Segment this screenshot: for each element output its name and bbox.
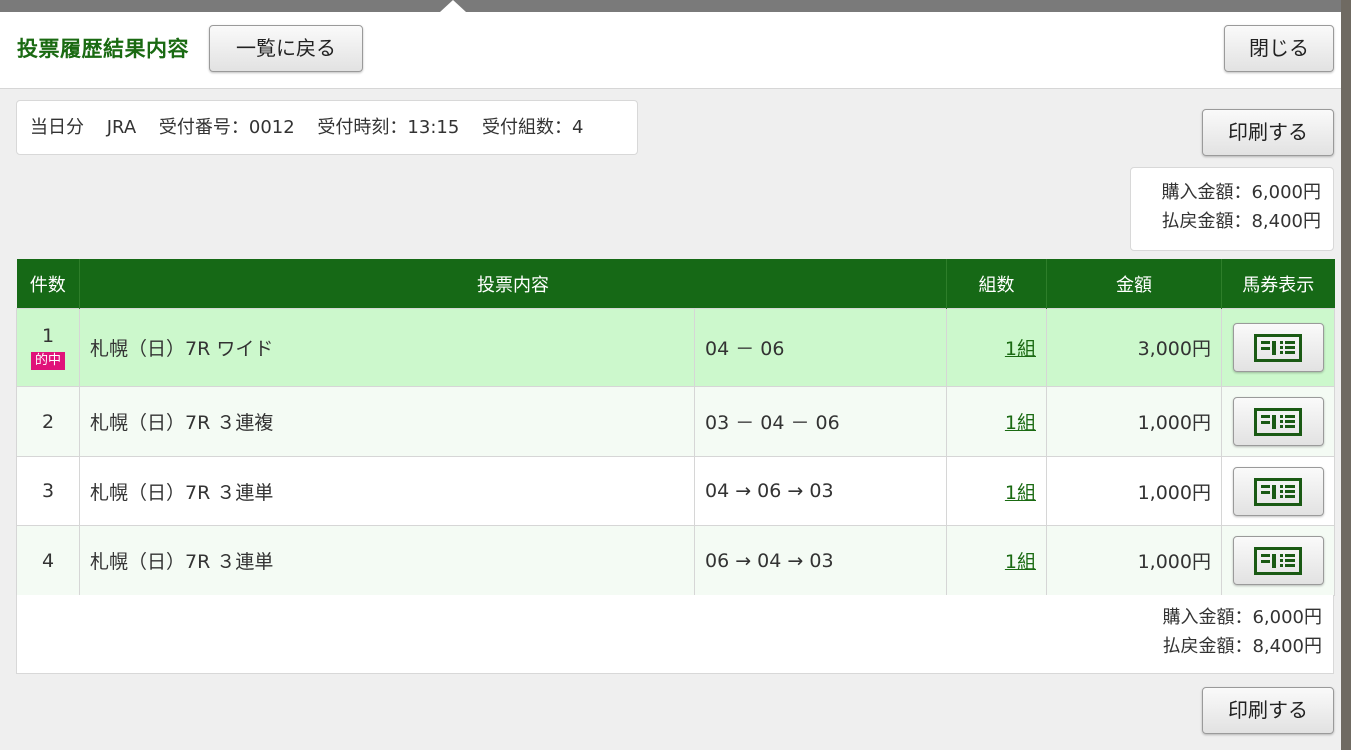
back-to-list-button[interactable]: 一覧に戻る xyxy=(209,25,363,72)
receipt-org: JRA xyxy=(106,117,137,138)
ticket-cell xyxy=(1221,308,1335,387)
combo-link[interactable]: 1組 xyxy=(1005,412,1036,434)
header-amount: 金額 xyxy=(1046,259,1222,309)
row-number: 1 xyxy=(41,325,55,347)
receipt-number: 受付番号：0012 xyxy=(158,117,295,138)
amount: 3,000円 xyxy=(1046,308,1222,387)
table-row: 1 的中 札幌（日）7R ワイド 04 － 06 1組 3,000円 xyxy=(16,308,1335,387)
combo-link[interactable]: 1組 xyxy=(1005,338,1036,360)
amount: 1,000円 xyxy=(1046,386,1222,457)
receipt-info: 当日分 JRA 受付番号：0012 受付時刻：13:15 受付組数：4 xyxy=(16,100,638,155)
row-number: 2 xyxy=(16,386,80,457)
row-number: 3 xyxy=(16,456,80,526)
combo-cell: 1組 xyxy=(946,308,1047,387)
print-button-top[interactable]: 印刷する xyxy=(1202,109,1334,156)
header-count: 件数 xyxy=(16,259,80,309)
hit-badge: 的中 xyxy=(30,352,65,370)
combo-cell: 1組 xyxy=(946,456,1047,526)
selection: 04 → 06 → 03 xyxy=(694,456,947,526)
row-number: 4 xyxy=(16,525,80,596)
table-row: 3 札幌（日）7R ３連単 04 → 06 → 03 1組 1,000円 xyxy=(16,456,1335,526)
ticket-cell xyxy=(1221,386,1335,457)
row-number-cell: 1 的中 xyxy=(16,308,80,387)
combo-cell: 1組 xyxy=(946,525,1047,596)
race-name: 札幌（日）7R ３連単 xyxy=(79,456,695,526)
ticket-icon xyxy=(1254,408,1302,436)
dialog-header: 投票履歴結果内容 一覧に戻る 閉じる xyxy=(0,12,1341,89)
background-page xyxy=(1341,0,1351,750)
selection: 04 － 06 xyxy=(694,308,947,387)
race-name: 札幌（日）7R ３連複 xyxy=(79,386,695,457)
bet-history-dialog: 投票履歴結果内容 一覧に戻る 閉じる 当日分 JRA 受付番号：0012 受付時… xyxy=(0,12,1341,750)
ticket-button[interactable] xyxy=(1232,323,1324,372)
combo-link[interactable]: 1組 xyxy=(1005,551,1036,573)
summary-top: 購入金額：6,000円 払戻金額：8,400円 xyxy=(1130,167,1334,251)
combo-link[interactable]: 1組 xyxy=(1005,482,1036,504)
ticket-cell xyxy=(1221,525,1335,596)
receipt-day: 当日分 xyxy=(30,117,84,138)
header-combos: 組数 xyxy=(946,259,1047,309)
header-ticket: 馬券表示 xyxy=(1221,259,1335,309)
race-name: 札幌（日）7R ３連単 xyxy=(79,525,695,596)
selection: 03 － 04 － 06 xyxy=(694,386,947,457)
table-header-row: 件数 投票内容 組数 金額 馬券表示 xyxy=(16,259,1335,309)
header-content: 投票内容 xyxy=(79,259,947,309)
selection: 06 → 04 → 03 xyxy=(694,525,947,596)
ticket-icon xyxy=(1254,477,1302,506)
receipt-time: 受付時刻：13:15 xyxy=(317,117,460,138)
print-button-bottom[interactable]: 印刷する xyxy=(1202,687,1334,734)
race-name: 札幌（日）7R ワイド xyxy=(79,308,695,387)
amount: 1,000円 xyxy=(1046,525,1222,596)
receipt-count: 受付組数：4 xyxy=(482,117,584,138)
summary-bottom: 購入金額：6,000円 払戻金額：8,400円 xyxy=(16,595,1334,674)
close-button[interactable]: 閉じる xyxy=(1224,25,1334,72)
bet-table: 件数 投票内容 組数 金額 馬券表示 1 的中 札幌（日）7R ワイド 04 －… xyxy=(16,259,1335,596)
amount: 1,000円 xyxy=(1046,456,1222,526)
ticket-cell xyxy=(1221,456,1335,526)
ticket-button[interactable] xyxy=(1232,536,1324,585)
ticket-icon xyxy=(1254,334,1302,362)
purchase-amount: 購入金額：6,000円 xyxy=(1161,182,1321,203)
dialog-title: 投票履歴結果内容 xyxy=(17,37,189,61)
ticket-button[interactable] xyxy=(1232,466,1324,516)
purchase-amount: 購入金額：6,000円 xyxy=(1162,607,1322,628)
ticket-icon xyxy=(1254,547,1302,575)
table-row: 4 札幌（日）7R ３連単 06 → 04 → 03 1組 1,000円 xyxy=(16,525,1335,596)
ticket-button[interactable] xyxy=(1232,397,1324,446)
payout-amount: 払戻金額：8,400円 xyxy=(1161,211,1321,232)
payout-amount: 払戻金額：8,400円 xyxy=(1162,636,1322,657)
dialog-pointer xyxy=(440,0,466,12)
combo-cell: 1組 xyxy=(946,386,1047,457)
table-row: 2 札幌（日）7R ３連複 03 － 04 － 06 1組 1,000円 xyxy=(16,386,1335,457)
